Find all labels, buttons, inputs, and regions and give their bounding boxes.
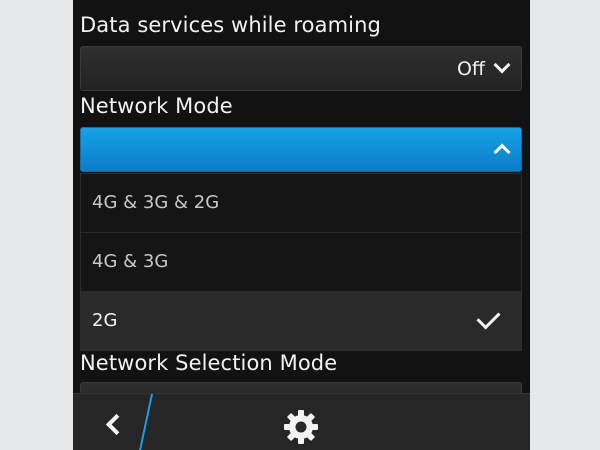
action-bar: [73, 393, 530, 450]
network-mode-dropdown[interactable]: [80, 127, 522, 172]
network-selection-label: Network Selection Mode: [80, 351, 338, 375]
roaming-dropdown[interactable]: Off: [80, 46, 522, 91]
option-2g[interactable]: 2G: [81, 292, 521, 350]
option-4g-3g[interactable]: 4G & 3G: [81, 233, 521, 292]
option-4g-3g-2g[interactable]: 4G & 3G & 2G: [81, 174, 521, 233]
back-chevron-icon: [105, 413, 128, 436]
settings-screen: Data services while roaming Off Network …: [73, 0, 530, 450]
network-mode-options: 4G & 3G & 2G 4G & 3G 2G: [80, 173, 522, 351]
option-label: 4G & 3G: [92, 251, 169, 272]
network-mode-label: Network Mode: [80, 94, 233, 118]
chevron-up-icon: [493, 143, 511, 161]
gear-icon[interactable]: [282, 408, 320, 446]
roaming-label: Data services while roaming: [80, 13, 381, 37]
checkmark-icon: [476, 305, 501, 330]
roaming-value: Off: [456, 58, 485, 80]
option-label: 2G: [92, 310, 118, 331]
option-label: 4G & 3G & 2G: [92, 192, 220, 213]
chevron-down-icon: [493, 56, 511, 74]
